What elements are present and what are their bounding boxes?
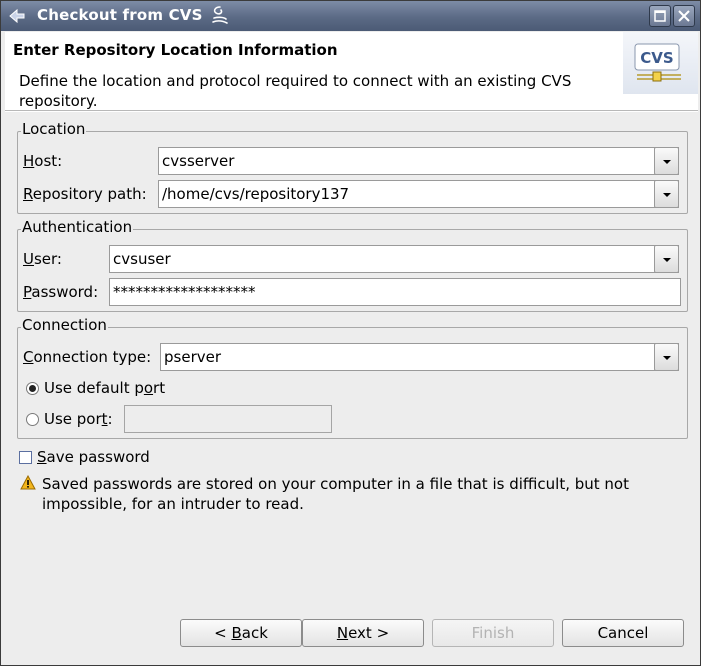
repository-path-combo[interactable]: /home/cvs/repository137 (158, 180, 679, 208)
title-bar[interactable]: Checkout from CVS (1, 1, 700, 31)
port-field[interactable] (124, 405, 332, 433)
cvs-logo: CVS (623, 32, 698, 94)
save-password-warning: Saved passwords are stored on your compu… (42, 475, 629, 513)
cvs-logo-text: CVS (640, 49, 673, 67)
finish-button[interactable]: Finish (432, 619, 554, 647)
use-default-port-radio[interactable] (26, 382, 39, 395)
user-label: User: (23, 250, 62, 268)
password-label: Password: (23, 283, 99, 301)
host-dropdown-arrow-icon[interactable] (654, 147, 679, 175)
host-combo[interactable]: cvsserver (158, 147, 679, 175)
window-title: Checkout from CVS (37, 6, 203, 24)
maximize-button[interactable] (649, 5, 671, 27)
connection-group-label: Connection (21, 316, 108, 334)
cancel-button[interactable]: Cancel (562, 619, 684, 647)
page-description: Define the location and protocol require… (19, 71, 619, 111)
user-value: cvsuser (113, 250, 171, 268)
close-button[interactable] (673, 5, 695, 27)
maximize-icon (654, 10, 666, 22)
connection-type-value: pserver (164, 348, 222, 366)
window-menu-icon[interactable] (7, 7, 27, 25)
repository-path-label: Repository path: (23, 185, 147, 203)
warning-icon (20, 475, 36, 490)
wizard-header: Enter Repository Location Information De… (5, 32, 698, 111)
connection-type-label: Connection type: (23, 348, 152, 366)
authentication-group-label: Authentication (21, 218, 134, 236)
use-port-radio[interactable] (26, 413, 39, 426)
back-button[interactable]: < Back (180, 619, 302, 647)
host-label: Host: (23, 152, 63, 170)
save-password-checkbox[interactable] (19, 451, 32, 464)
use-default-port-label[interactable]: Use default port (44, 379, 165, 397)
connection-type-combo[interactable]: pserver (160, 343, 679, 371)
connection-type-dropdown-arrow-icon[interactable] (654, 343, 679, 371)
password-value: ******************* (113, 283, 256, 301)
next-button[interactable]: Next > (302, 619, 424, 647)
use-port-label[interactable]: Use port: (44, 410, 113, 428)
user-combo[interactable]: cvsuser (109, 245, 679, 273)
busy-swirl-icon (212, 6, 228, 24)
location-group-label: Location (21, 120, 87, 138)
user-dropdown-arrow-icon[interactable] (654, 245, 679, 273)
repository-path-dropdown-arrow-icon[interactable] (654, 180, 679, 208)
close-icon (678, 10, 690, 22)
repository-path-value: /home/cvs/repository137 (162, 185, 350, 203)
password-field[interactable]: ******************* (109, 278, 681, 306)
host-value: cvsserver (162, 152, 235, 170)
page-title: Enter Repository Location Information (13, 41, 338, 59)
save-password-label[interactable]: Save password (37, 448, 150, 466)
checkout-dialog: Checkout from CVS Enter Repository Locat… (0, 0, 701, 666)
header-divider-highlight (5, 111, 698, 112)
